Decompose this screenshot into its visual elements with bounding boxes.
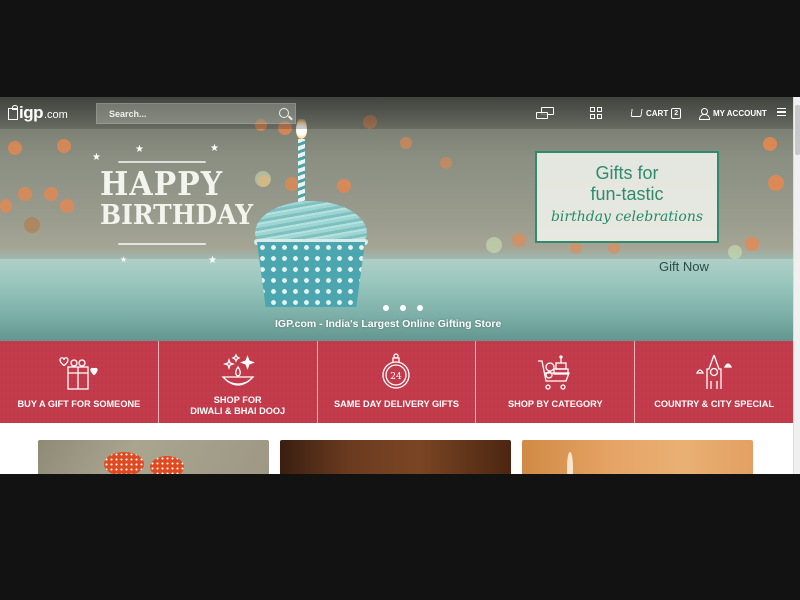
cupcake-polka-dot-cup <box>257 242 365 307</box>
bokeh-light <box>24 217 40 233</box>
cart-count-badge: 2 <box>671 107 682 119</box>
featured-tile-wooden-gift[interactable] <box>280 440 511 474</box>
gift-box-hearts-icon <box>59 357 98 390</box>
category-label: SHOP FOR DIWALI & BHAI DOOJ <box>159 395 317 417</box>
bokeh-light <box>570 242 582 254</box>
shopping-cart-gifts-icon <box>538 355 571 390</box>
bokeh-light <box>763 137 777 151</box>
happy-birthday-text: HAPPY BIRTHDAY <box>100 165 254 231</box>
bokeh-light <box>337 179 351 193</box>
search-icon[interactable] <box>279 108 289 118</box>
hero-banner[interactable]: HAPPY BIRTHDAY ★ ★ ★ ★ ★ Gifts for fun-t… <box>0 97 793 341</box>
my-account-button[interactable]: MY ACCOUNT <box>699 106 767 120</box>
search-box <box>96 103 296 124</box>
category-diwali-bhai-dooj[interactable]: SHOP FOR DIWALI & BHAI DOOJ <box>159 341 318 423</box>
carousel-dot-1[interactable] <box>383 305 389 311</box>
category-country-city-special[interactable]: COUNTRY & CITY SPECIAL <box>635 341 793 423</box>
headline-line1: HAPPY <box>100 165 224 204</box>
gift-logo-icon <box>8 105 18 120</box>
stopwatch-24-text: 24 <box>391 372 403 382</box>
category-label: BUY A GIFT FOR SOMEONE <box>17 399 141 409</box>
bokeh-light <box>44 187 58 201</box>
featured-tiles <box>0 423 793 474</box>
promo-line2: fun-tastic <box>590 184 664 204</box>
bokeh-light <box>57 139 71 153</box>
carousel-dot-3[interactable] <box>417 305 423 311</box>
city-tower-icon <box>696 354 733 389</box>
hamburger-menu-icon[interactable] <box>777 108 786 116</box>
category-label-line2: DIWALI & BHAI DOOJ <box>190 406 286 416</box>
birthday-candle <box>298 139 305 209</box>
logo-suffix: .com <box>44 109 68 121</box>
igp-logo[interactable]: igp .com <box>8 103 68 123</box>
account-label: MY ACCOUNT <box>713 108 767 118</box>
bokeh-light <box>255 171 271 187</box>
bokeh-light <box>440 157 452 169</box>
carousel-dots <box>383 305 423 311</box>
category-label-line1: SHOP FOR <box>213 395 262 405</box>
chat-icon[interactable] <box>536 107 554 121</box>
top-letterbox <box>0 0 800 97</box>
headline-line2: BIRTHDAY <box>100 198 254 231</box>
featured-tile-gift-bow[interactable] <box>38 440 269 474</box>
promo-box: Gifts for fun-tastic birthday celebratio… <box>535 151 719 243</box>
cart-button[interactable]: CART 2 <box>630 106 682 120</box>
flourish-bottom <box>118 243 206 245</box>
scrollbar-thumb[interactable] <box>795 105 800 155</box>
site-tagline: IGP.com - India's Largest Online Gifting… <box>275 318 502 330</box>
cart-label: CART <box>646 108 669 118</box>
star-icon: ★ <box>92 152 101 163</box>
category-shop-by-category[interactable]: SHOP BY CATEGORY <box>476 341 636 423</box>
category-label: SHOP BY CATEGORY <box>507 399 603 409</box>
bokeh-light <box>486 237 502 253</box>
category-buy-gift-for-someone[interactable]: BUY A GIFT FOR SOMEONE <box>0 341 159 423</box>
candle-image <box>567 452 573 474</box>
igp-homepage: HAPPY BIRTHDAY ★ ★ ★ ★ ★ Gifts for fun-t… <box>0 97 800 474</box>
bokeh-light <box>285 177 299 191</box>
bokeh-light <box>400 137 412 149</box>
bokeh-light <box>745 237 759 251</box>
bokeh-light <box>0 199 12 213</box>
bokeh-light <box>608 242 620 254</box>
stopwatch-24-icon: 24 <box>382 353 411 389</box>
user-icon <box>699 107 710 120</box>
red-bow-image <box>150 456 184 474</box>
star-icon: ★ <box>135 144 144 155</box>
bokeh-light <box>728 245 742 259</box>
promo-line3: birthday celebrations <box>550 209 704 225</box>
diya-lamp-icon <box>221 353 255 386</box>
red-bow-image <box>104 452 144 474</box>
promo-line1: Gifts for <box>595 163 659 183</box>
bokeh-light <box>18 187 32 201</box>
page-scrollbar[interactable] <box>793 97 800 474</box>
flourish-top <box>118 161 206 163</box>
featured-tile-candle[interactable] <box>522 440 753 474</box>
category-same-day-delivery[interactable]: 24 SAME DAY DELIVERY GIFTS <box>318 341 477 423</box>
category-label: COUNTRY & CITY SPECIAL <box>654 399 774 409</box>
star-icon: ★ <box>120 255 128 264</box>
search-input[interactable] <box>97 104 295 123</box>
star-icon: ★ <box>208 255 217 266</box>
bokeh-light <box>768 175 784 191</box>
top-nav-bar: igp .com CART 2 MY ACCOUNT <box>0 97 793 129</box>
cart-icon <box>630 109 643 117</box>
grid-icon[interactable] <box>590 107 602 119</box>
category-band: BUY A GIFT FOR SOMEONE SHOP FOR DIWALI &… <box>0 341 793 423</box>
category-label: SAME DAY DELIVERY GIFTS <box>333 399 460 409</box>
bokeh-light <box>8 141 22 155</box>
star-icon: ★ <box>210 143 219 154</box>
bokeh-light <box>60 199 74 213</box>
logo-brand: igp <box>19 103 44 122</box>
carousel-dot-2[interactable] <box>400 305 406 311</box>
gift-now-link[interactable]: Gift Now <box>659 259 709 274</box>
bokeh-light <box>512 233 526 247</box>
bottom-letterbox <box>0 474 800 600</box>
